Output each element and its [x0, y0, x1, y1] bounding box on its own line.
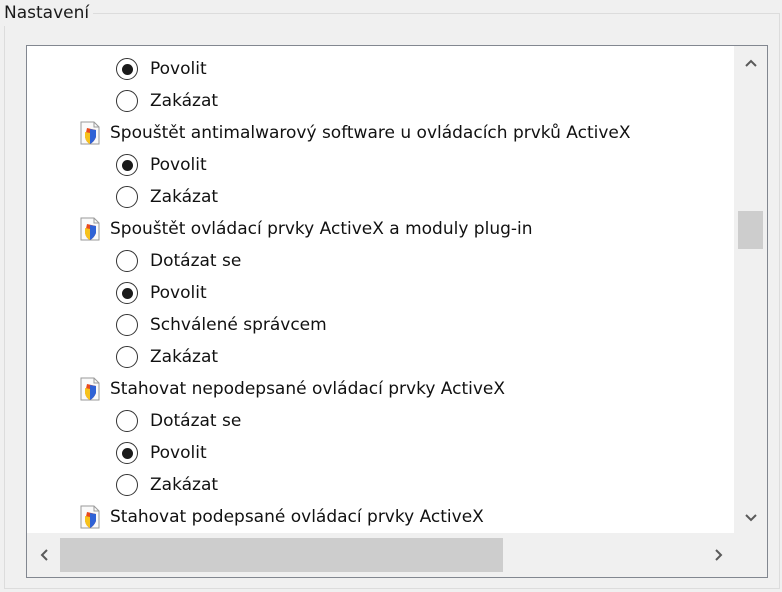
setting-option[interactable]: Povolit	[116, 437, 207, 469]
scroll-right-button[interactable]	[702, 538, 735, 571]
setting-heading-label: Stahovat podepsané ovládací prvky Active…	[110, 507, 484, 527]
radio-unchecked[interactable]	[116, 90, 138, 112]
chevron-left-icon	[40, 548, 48, 561]
scrollbar-corner	[734, 533, 767, 577]
settings-list[interactable]: Povolit Zakázat Spouštět antimalwarový sof…	[26, 45, 768, 578]
settings-group-title: Nastavení	[2, 0, 94, 26]
radio-dot	[121, 159, 133, 171]
setting-option-label: Povolit	[150, 443, 207, 463]
scroll-down-button[interactable]	[734, 501, 767, 534]
radio-checked[interactable]	[116, 442, 138, 464]
chevron-right-icon	[714, 548, 722, 561]
setting-option[interactable]: Dotázat se	[116, 405, 241, 437]
setting-option[interactable]: Povolit	[116, 277, 207, 309]
setting-option[interactable]: Schválené správcem	[116, 309, 327, 341]
policy-setting-icon	[80, 121, 100, 145]
setting-heading-label: Spouštět ovládací prvky ActiveX a moduly…	[110, 219, 533, 239]
radio-checked[interactable]	[116, 282, 138, 304]
setting-option[interactable]: Zakázat	[116, 469, 218, 501]
settings-list-content: Povolit Zakázat Spouštět antimalwarový sof…	[27, 46, 735, 534]
policy-setting-icon	[80, 217, 100, 241]
horizontal-scroll-thumb[interactable]	[60, 538, 503, 572]
radio-unchecked[interactable]	[116, 314, 138, 336]
setting-option[interactable]: Zakázat	[116, 181, 218, 213]
vertical-scrollbar[interactable]	[734, 46, 767, 534]
radio-dot	[121, 63, 133, 75]
setting-heading-label: Spouštět antimalwarový software u ovláda…	[110, 123, 631, 143]
policy-setting-icon	[80, 505, 100, 529]
setting-option-label: Zakázat	[150, 347, 219, 367]
setting-option-label: Zakázat	[150, 91, 219, 111]
policy-setting-icon	[80, 377, 100, 401]
scroll-left-button[interactable]	[27, 538, 60, 571]
radio-checked[interactable]	[116, 154, 138, 176]
setting-heading[interactable]: Spouštět ovládací prvky ActiveX a moduly…	[78, 213, 533, 245]
chevron-up-icon	[744, 59, 757, 67]
setting-heading[interactable]: Stahovat nepodepsané ovládací prvky Acti…	[78, 373, 505, 405]
radio-unchecked[interactable]	[116, 346, 138, 368]
radio-dot	[121, 287, 133, 299]
radio-unchecked[interactable]	[116, 250, 138, 272]
setting-option-label: Zakázat	[150, 475, 219, 495]
setting-option-label: Dotázat se	[150, 251, 242, 271]
setting-option[interactable]: Povolit	[116, 149, 207, 181]
setting-option-label: Povolit	[150, 59, 207, 79]
setting-option-label: Dotázat se	[150, 411, 242, 431]
radio-unchecked[interactable]	[116, 410, 138, 432]
setting-heading-label: Stahovat nepodepsané ovládací prvky Acti…	[110, 379, 506, 399]
setting-option-label: Povolit	[150, 283, 207, 303]
setting-option[interactable]: Zakázat	[116, 341, 218, 373]
setting-option-label: Schválené správcem	[150, 315, 327, 335]
setting-option[interactable]: Dotázat se	[116, 245, 241, 277]
horizontal-scrollbar[interactable]	[27, 533, 735, 577]
setting-option[interactable]: Povolit	[116, 53, 207, 85]
setting-heading[interactable]: Stahovat podepsané ovládací prvky Active…	[78, 501, 484, 533]
setting-option-label: Povolit	[150, 155, 207, 175]
vertical-scroll-thumb[interactable]	[738, 211, 763, 249]
setting-heading[interactable]: Spouštět antimalwarový software u ovláda…	[78, 117, 631, 149]
radio-unchecked[interactable]	[116, 186, 138, 208]
chevron-down-icon	[744, 513, 757, 521]
setting-option[interactable]: Zakázat	[116, 85, 218, 117]
scroll-up-button[interactable]	[734, 46, 767, 79]
setting-option-label: Zakázat	[150, 187, 219, 207]
radio-dot	[121, 447, 133, 459]
radio-checked[interactable]	[116, 58, 138, 80]
radio-unchecked[interactable]	[116, 474, 138, 496]
